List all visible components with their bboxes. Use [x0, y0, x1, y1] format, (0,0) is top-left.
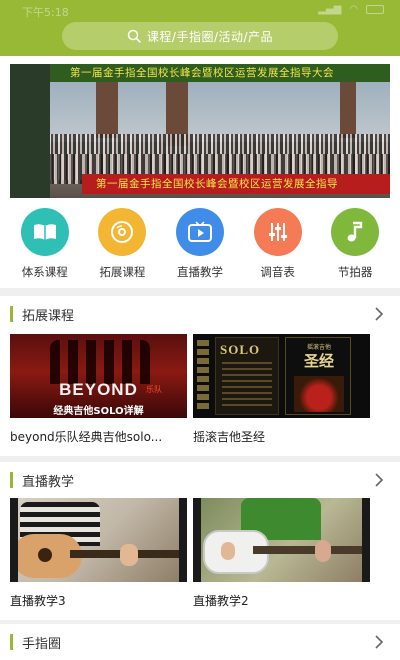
section-title: 直播教学: [22, 475, 75, 490]
tv-play-icon: [175, 208, 224, 256]
category-menu: 体系课程 拓展课程 直播教学 调音表 节拍器: [0, 204, 400, 288]
tuner-sliders-icon: [253, 208, 302, 256]
battery-icon: [366, 5, 384, 14]
menu-label: 节拍器: [337, 265, 373, 279]
disc-icon: [98, 208, 147, 256]
banner-carousel[interactable]: 第一届金手指全国校长峰会暨校区运营发展全指导大会 第一届金手指全国校长峰会暨校区…: [0, 56, 400, 204]
status-icons: ▂▄▆ ◠: [318, 4, 384, 15]
section-header: 手指圈: [0, 624, 400, 660]
course-card[interactable]: SOLO 摇滚吉他 圣经 摇滚吉他圣经: [193, 334, 370, 445]
thumbnail-logo-tag: 乐队: [146, 385, 162, 394]
menu-item-live-teaching[interactable]: 直播教学: [163, 204, 237, 288]
menu-label: 调音表: [260, 265, 295, 279]
menu-item-system-course[interactable]: 体系课程: [8, 204, 82, 288]
card-list: BEYOND 乐队 经典吉他SOLO详解 beyond乐队经典吉他solo...…: [10, 334, 390, 445]
chevron-right-icon[interactable]: [370, 633, 388, 651]
course-title[interactable]: 摇滚吉他圣经: [193, 428, 370, 445]
book-icon: [20, 208, 69, 256]
live-thumbnail[interactable]: [10, 498, 187, 582]
wifi-icon: ◠: [349, 4, 358, 15]
music-note-icon: [331, 208, 380, 256]
status-time: 下午5:18: [22, 6, 69, 19]
search-icon: [127, 29, 141, 43]
banner-headline: 第一届金手指全国校长峰会暨校区运营发展全指导大会: [50, 64, 390, 82]
menu-label: 体系课程: [21, 265, 68, 279]
course-thumbnail[interactable]: BEYOND 乐队 经典吉他SOLO详解: [10, 334, 187, 418]
status-bar: 下午5:18 ▂▄▆ ◠: [0, 0, 400, 20]
section-finger-circle: 手指圈: [0, 624, 400, 660]
menu-item-metronome[interactable]: 节拍器: [318, 204, 392, 288]
app-screen: 下午5:18 ▂▄▆ ◠ 课程/手指圈/活动/产品 第一届金手指全国校长峰会暨校…: [0, 0, 400, 660]
live-title[interactable]: 直播教学2: [193, 592, 370, 609]
signal-icon: ▂▄▆: [318, 4, 342, 15]
live-thumbnail[interactable]: [193, 498, 370, 582]
menu-label: 拓展课程: [99, 265, 146, 279]
section-title: 拓展课程: [22, 309, 75, 324]
menu-item-tuner[interactable]: 调音表: [241, 204, 315, 288]
banner-image[interactable]: 第一届金手指全国校长峰会暨校区运营发展全指导大会 第一届金手指全国校长峰会暨校区…: [10, 64, 390, 198]
banner-stage-sign: 第一届金手指全国校长峰会暨校区运营发展全指导: [82, 174, 390, 194]
chevron-right-icon[interactable]: [370, 305, 388, 323]
section-header: 拓展课程: [0, 296, 400, 332]
book-cover-title: SOLO: [220, 342, 261, 357]
section-title: 手指圈: [22, 637, 62, 652]
section-header: 直播教学: [0, 462, 400, 498]
section-extension-course: 拓展课程 BEYOND 乐队 经典吉他SOLO详解 beyond乐队经典吉他so…: [0, 296, 400, 456]
section-live-teaching: 直播教学 直播教学3 直播教学2: [0, 462, 400, 620]
live-card[interactable]: 直播教学2: [193, 498, 370, 609]
course-card[interactable]: BEYOND 乐队 经典吉他SOLO详解 beyond乐队经典吉他solo...: [10, 334, 187, 445]
section-divider: [0, 288, 400, 296]
card-list: 直播教学3 直播教学2: [10, 498, 390, 609]
section-accent-bar: [10, 634, 13, 650]
search-placeholder: 课程/手指圈/活动/产品: [146, 29, 274, 44]
book-cover-title: 圣经: [303, 352, 334, 370]
section-accent-bar: [10, 472, 13, 488]
menu-item-extension-course[interactable]: 拓展课程: [85, 204, 159, 288]
course-title[interactable]: beyond乐队经典吉他solo...: [10, 428, 187, 445]
course-thumbnail[interactable]: SOLO 摇滚吉他 圣经: [193, 334, 370, 418]
chevron-right-icon[interactable]: [370, 471, 388, 489]
thumbnail-caption: 经典吉他SOLO详解: [53, 406, 144, 417]
live-title[interactable]: 直播教学3: [10, 592, 187, 609]
top-header: 下午5:18 ▂▄▆ ◠ 课程/手指圈/活动/产品: [0, 0, 400, 56]
section-accent-bar: [10, 306, 13, 322]
search-bar[interactable]: 课程/手指圈/活动/产品: [62, 22, 338, 50]
menu-label: 直播教学: [176, 265, 223, 279]
live-card[interactable]: 直播教学3: [10, 498, 187, 609]
